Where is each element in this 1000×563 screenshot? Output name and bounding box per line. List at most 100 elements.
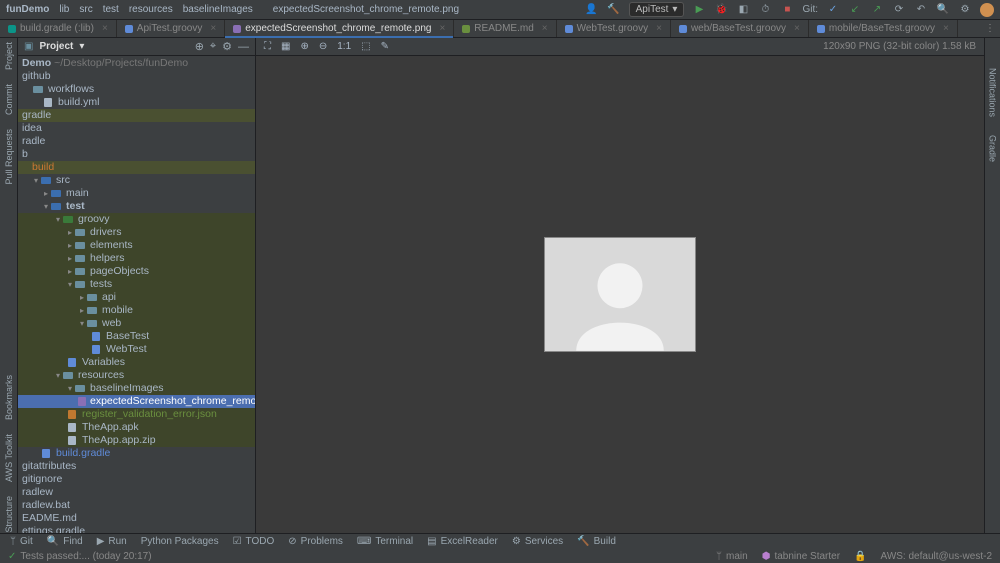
tree-node[interactable]: BaseTest xyxy=(18,330,255,343)
tabs-more-icon[interactable]: ⋮ xyxy=(980,20,1000,37)
debug-icon[interactable]: 🐞 xyxy=(714,3,728,17)
coverage-icon[interactable]: ◧ xyxy=(736,3,750,17)
toolwin-aws[interactable]: AWS Toolkit xyxy=(4,434,14,482)
tree-node[interactable]: TheApp.app.zip xyxy=(18,434,255,447)
tree-node[interactable]: ▸drivers xyxy=(18,226,255,239)
close-icon[interactable]: × xyxy=(439,23,445,34)
tree-node[interactable]: build xyxy=(18,161,255,174)
tab-apitest[interactable]: ApiTest.groovy× xyxy=(117,20,225,37)
close-icon[interactable]: × xyxy=(943,23,949,34)
close-icon[interactable]: × xyxy=(542,23,548,34)
tree-node[interactable]: ettings.gradle xyxy=(18,525,255,533)
tree-node[interactable]: radlew.bat xyxy=(18,499,255,512)
chevron-down-icon[interactable]: ▾ xyxy=(32,174,40,187)
tree-node[interactable]: workflows xyxy=(18,83,255,96)
breadcrumb-item[interactable]: resources xyxy=(129,4,173,15)
toolwin-find[interactable]: 🔍Find xyxy=(47,536,83,547)
tree-node[interactable]: idea xyxy=(18,122,255,135)
tree-node[interactable]: radlew xyxy=(18,486,255,499)
hammer-build-icon[interactable]: 🔨 xyxy=(607,3,621,17)
status-tabnine[interactable]: ⬢tabnine Starter xyxy=(762,551,840,562)
toolwin-build[interactable]: 🔨Build xyxy=(577,536,616,547)
tree-node[interactable]: b xyxy=(18,148,255,161)
tree-node[interactable]: register_validation_error.json xyxy=(18,408,255,421)
tree-node[interactable]: ▸main xyxy=(18,187,255,200)
status-lock[interactable]: 🔒 xyxy=(854,551,866,562)
toolwin-problems[interactable]: ⊘Problems xyxy=(288,536,343,547)
color-picker-icon[interactable]: ✎ xyxy=(381,41,389,52)
search-icon[interactable]: 🔍 xyxy=(936,3,950,17)
fullscreen-icon[interactable]: ⛶ xyxy=(264,41,271,52)
tree-node[interactable]: ▾test xyxy=(18,200,255,213)
tree-node[interactable]: EADME.md xyxy=(18,512,255,525)
close-icon[interactable]: × xyxy=(102,23,108,34)
toolwin-terminal[interactable]: ⌨Terminal xyxy=(357,536,413,547)
chevron-down-icon[interactable]: ▾ xyxy=(54,213,62,226)
history-icon[interactable]: ⟳ xyxy=(892,3,906,17)
zoom-in-icon[interactable]: ⊕ xyxy=(300,41,308,52)
tree-node[interactable]: ▾resources xyxy=(18,369,255,382)
tab-readme[interactable]: README.md× xyxy=(454,20,556,37)
close-icon[interactable]: × xyxy=(656,23,662,34)
expand-icon[interactable]: ⊕ xyxy=(195,40,204,53)
status-tests[interactable]: ✓Tests passed:... (today 20:17) xyxy=(8,551,152,562)
run-config-selector[interactable]: ApiTest ▾ xyxy=(629,2,685,17)
tree-node[interactable]: ▾tests xyxy=(18,278,255,291)
toolwin-project[interactable]: Project xyxy=(4,42,14,70)
tree-node[interactable]: ▸pageObjects xyxy=(18,265,255,278)
toolwin-gradle[interactable]: Gradle xyxy=(988,135,998,162)
tree-node[interactable]: ▾baselineImages xyxy=(18,382,255,395)
toolwin-todo[interactable]: ☑TODO xyxy=(233,536,275,547)
tree-node[interactable]: ▸helpers xyxy=(18,252,255,265)
git-push-icon[interactable]: ↗ xyxy=(870,3,884,17)
tab-build-gradle[interactable]: build.gradle (:lib)× xyxy=(0,20,117,37)
tree-node[interactable]: TheApp.apk xyxy=(18,421,255,434)
tree-node[interactable]: github xyxy=(18,70,255,83)
user-icon[interactable]: 👤 xyxy=(585,3,599,17)
status-branch[interactable]: ᛘmain xyxy=(716,551,748,562)
chevron-down-icon[interactable]: ▾ xyxy=(79,41,84,52)
breadcrumb-item[interactable]: test xyxy=(103,4,119,15)
toolwin-bookmarks[interactable]: Bookmarks xyxy=(4,375,14,420)
status-aws[interactable]: AWS: default@us-west-2 xyxy=(881,551,992,562)
tab-expected-screenshot[interactable]: expectedScreenshot_chrome_remote.png× xyxy=(225,20,454,37)
toolwin-commit[interactable]: Commit xyxy=(4,84,14,115)
rollback-icon[interactable]: ↶ xyxy=(914,3,928,17)
tree-node[interactable]: WebTest xyxy=(18,343,255,356)
toolwin-python-packages[interactable]: Python Packages xyxy=(141,536,219,547)
toolwin-services[interactable]: ⚙Services xyxy=(512,536,563,547)
select-opened-icon[interactable]: ⌖ xyxy=(210,40,216,53)
tree-node[interactable]: gitattributes xyxy=(18,460,255,473)
chevron-right-icon[interactable]: ▸ xyxy=(42,187,50,200)
zoom-ratio[interactable]: 1:1 xyxy=(337,41,351,52)
tree-node[interactable]: radle xyxy=(18,135,255,148)
breadcrumb-item[interactable]: src xyxy=(79,4,92,15)
image-canvas[interactable] xyxy=(256,56,984,533)
breadcrumb-item[interactable]: funDemo xyxy=(6,4,49,15)
breadcrumb-item[interactable]: lib xyxy=(59,4,69,15)
tab-mobile-basetest[interactable]: mobile/BaseTest.groovy× xyxy=(809,20,958,37)
close-icon[interactable]: × xyxy=(210,23,216,34)
tree-node[interactable]: ▾src xyxy=(18,174,255,187)
fit-icon[interactable]: ⬚ xyxy=(361,41,370,52)
avatar[interactable] xyxy=(980,3,994,17)
toolwin-git[interactable]: ᛘGit xyxy=(10,536,33,547)
profiler-icon[interactable]: ⏱ xyxy=(758,3,772,17)
gear-icon[interactable]: ⚙ xyxy=(222,40,232,53)
chevron-down-icon[interactable]: ▾ xyxy=(66,382,74,395)
tab-webtest[interactable]: WebTest.groovy× xyxy=(557,20,671,37)
tree-node[interactable]: ▸elements xyxy=(18,239,255,252)
toolwin-pull-requests[interactable]: Pull Requests xyxy=(4,129,14,185)
tree-node[interactable]: ▸api xyxy=(18,291,255,304)
toolwin-notifications[interactable]: Notifications xyxy=(988,68,998,117)
stop-icon[interactable]: ■ xyxy=(780,3,794,17)
toolwin-run[interactable]: ▶Run xyxy=(97,536,127,547)
tree-node[interactable]: build.gradle xyxy=(18,447,255,460)
tree-node[interactable]: gradle xyxy=(18,109,255,122)
tree-node[interactable]: ▸mobile xyxy=(18,304,255,317)
run-icon[interactable]: ▶ xyxy=(692,3,706,17)
hide-icon[interactable]: — xyxy=(238,41,249,53)
breadcrumb-item[interactable]: baselineImages xyxy=(183,4,253,15)
zoom-out-icon[interactable]: ⊖ xyxy=(319,41,327,52)
chevron-down-icon[interactable]: ▾ xyxy=(66,278,74,291)
